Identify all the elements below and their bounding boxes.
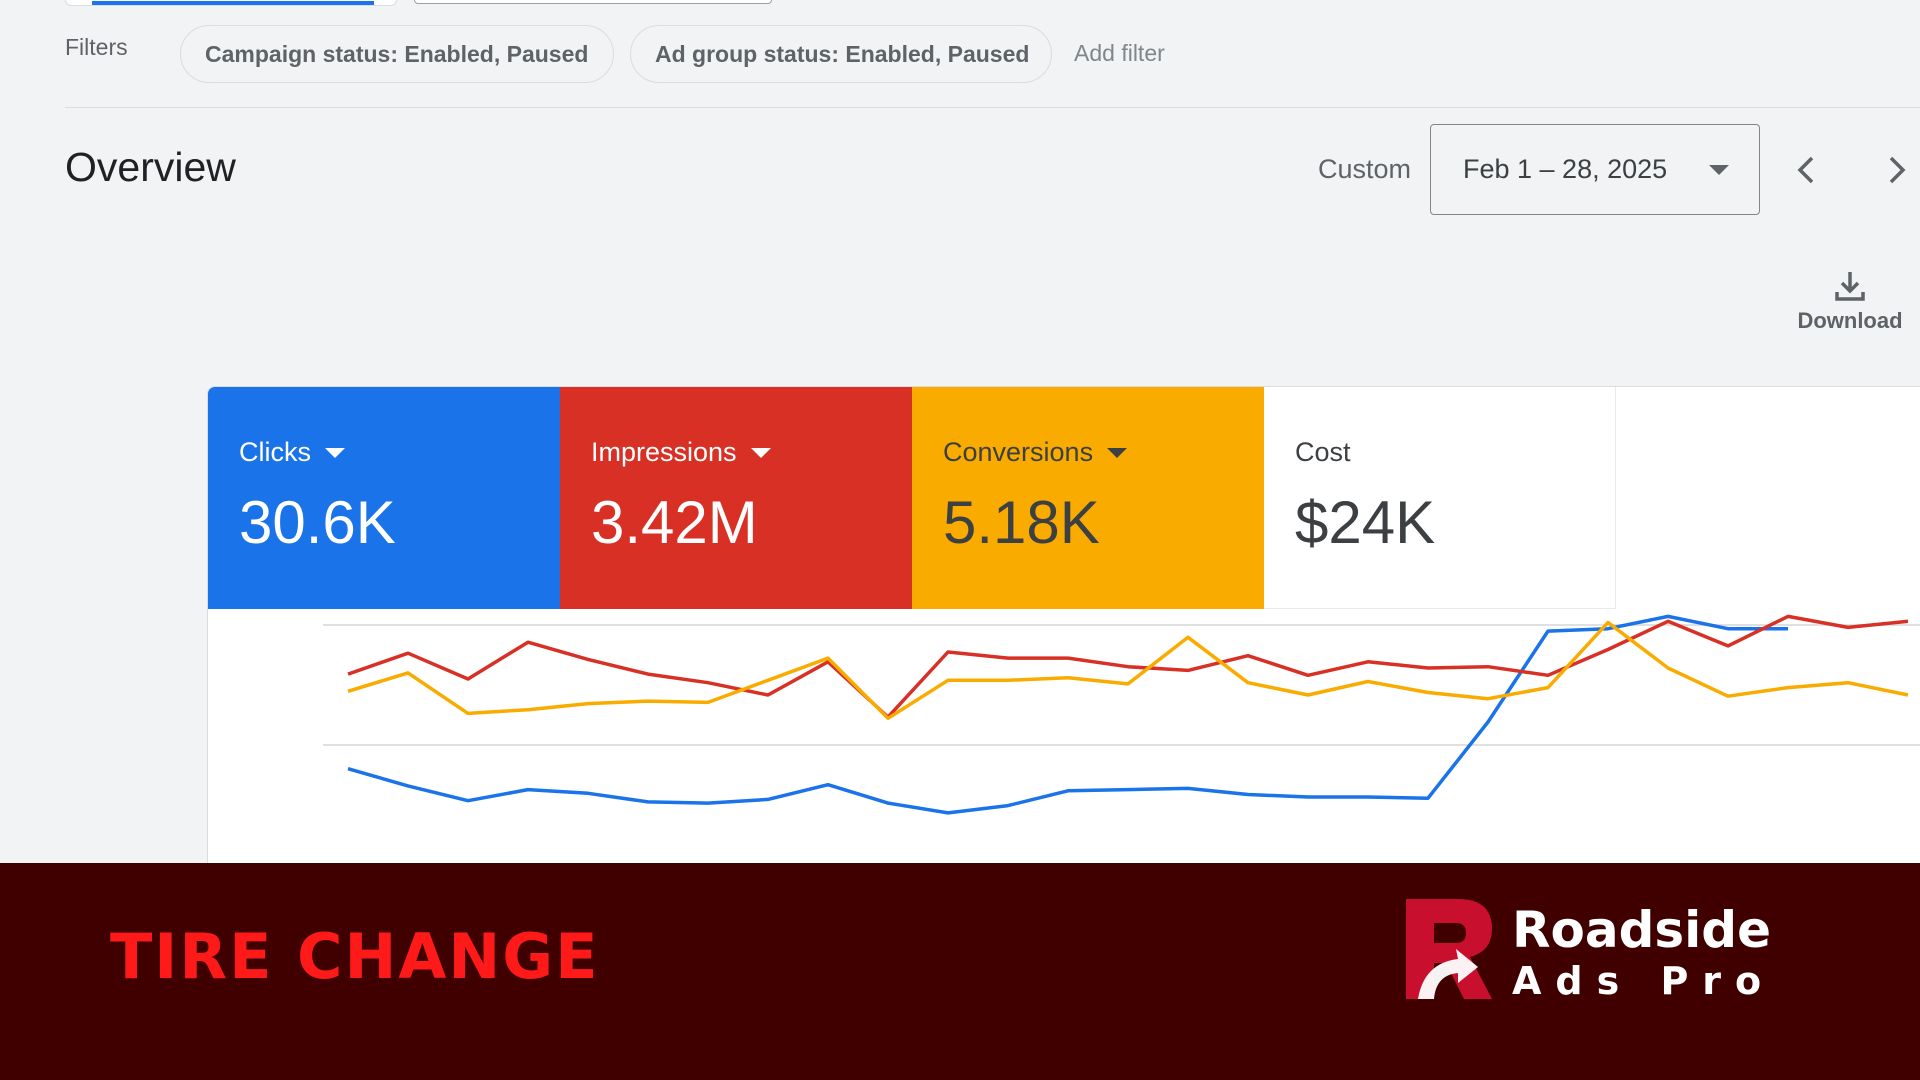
series-line-clicks bbox=[347, 614, 1788, 815]
metric-label: Conversions bbox=[943, 437, 1094, 467]
add-filter-button[interactable]: Add filter bbox=[1074, 40, 1165, 67]
metric-value: 3.42M bbox=[591, 489, 758, 556]
download-icon bbox=[1835, 272, 1865, 301]
roadside-logo-icon bbox=[1406, 899, 1492, 999]
download-button[interactable]: Download bbox=[1780, 268, 1920, 334]
overview-line-chart bbox=[323, 614, 1920, 815]
caret-down-icon bbox=[1709, 165, 1729, 175]
brand-name-line1: Roadside bbox=[1512, 901, 1771, 959]
brand-logo: Roadside Ads Pro bbox=[1400, 893, 1820, 1013]
metric-value: 5.18K bbox=[943, 489, 1100, 556]
overview-chart-card: Clicks 30.6K Impressions 3.42M Conversio… bbox=[207, 386, 1920, 867]
metric-value: 30.6K bbox=[239, 489, 396, 556]
caret-down-icon bbox=[1107, 447, 1128, 458]
tab-active-indicator bbox=[92, 1, 374, 5]
filters-divider bbox=[65, 107, 1920, 108]
next-period-button[interactable] bbox=[1874, 148, 1918, 192]
top-tab-active[interactable] bbox=[65, 0, 397, 6]
filters-label: Filters bbox=[65, 34, 128, 60]
series-line-impressions bbox=[347, 614, 1909, 719]
brand-name-line2: Ads Pro bbox=[1512, 959, 1776, 1003]
date-range-type-label: Custom bbox=[1318, 154, 1412, 184]
caret-down-icon bbox=[750, 447, 771, 458]
banner-title: TIRE CHANGE bbox=[110, 920, 600, 993]
page-title: Overview bbox=[65, 144, 236, 190]
date-range-select[interactable]: Feb 1 – 28, 2025 bbox=[1430, 124, 1760, 215]
top-tab[interactable] bbox=[414, 0, 772, 4]
metric-label: Clicks bbox=[239, 437, 311, 467]
chevron-right-icon bbox=[1889, 156, 1906, 184]
chevron-left-icon bbox=[1797, 156, 1814, 184]
metric-card-clicks[interactable]: Clicks 30.6K bbox=[208, 387, 560, 609]
metric-card-impressions[interactable]: Impressions 3.42M bbox=[560, 387, 912, 609]
metric-card-cost[interactable]: Cost $24K bbox=[1264, 387, 1616, 609]
series-line-conversions bbox=[347, 620, 1909, 721]
caret-down-icon bbox=[325, 447, 345, 458]
download-label: Download bbox=[1797, 308, 1903, 333]
metric-value: $24K bbox=[1295, 489, 1436, 556]
metric-label: Cost bbox=[1295, 437, 1351, 467]
filter-chip-ad-group-status[interactable]: Ad group status: Enabled, Paused bbox=[630, 25, 1052, 83]
promo-banner: TIRE CHANGE Roadside Ads Pro bbox=[0, 863, 1920, 1080]
metric-card-conversions[interactable]: Conversions 5.18K bbox=[912, 387, 1264, 609]
previous-period-button[interactable] bbox=[1785, 148, 1829, 192]
date-range-value: Feb 1 – 28, 2025 bbox=[1463, 154, 1668, 184]
metric-label: Impressions bbox=[591, 437, 737, 467]
filter-chip-campaign-status[interactable]: Campaign status: Enabled, Paused bbox=[180, 25, 614, 83]
